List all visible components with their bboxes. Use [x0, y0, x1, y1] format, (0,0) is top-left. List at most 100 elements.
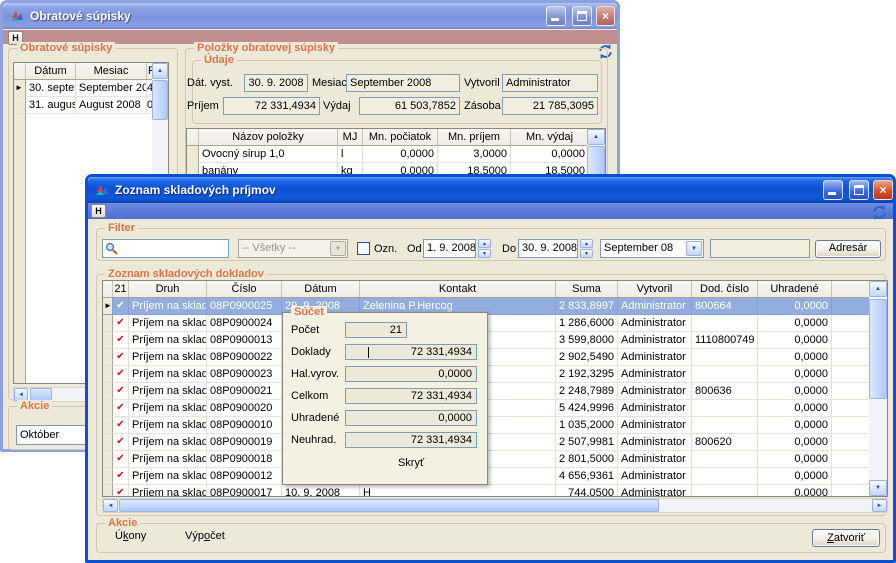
header-kontakt[interactable]: Kontakt [360, 281, 556, 297]
cell-suma: 4 656,9361 [556, 468, 618, 485]
mesiac-label: Mesiac [312, 77, 347, 89]
mesiac-field[interactable]: September 2008 [346, 74, 460, 92]
uhradene-field[interactable]: 0,0000 [345, 410, 477, 426]
celkom-label: Celkom [291, 390, 328, 402]
row-marker [103, 468, 113, 485]
close-button[interactable]: × [873, 180, 893, 200]
neuhrad-field[interactable]: 72 331,4934 [345, 432, 477, 448]
reference-field[interactable] [710, 239, 810, 258]
table-row[interactable]: Ovocný sirup 1,0 l 0,0000 3,0000 0,0000 [187, 146, 605, 163]
scrollbar-thumb[interactable] [152, 80, 168, 120]
minimize-button[interactable] [823, 180, 843, 200]
do-date-spinner[interactable]: ▲ ▼ [580, 239, 593, 258]
scroll-left-icon[interactable]: ◄ [103, 499, 118, 512]
window-zoznam-prijmov: Zoznam skladových príjmov × H Filter -- … [85, 174, 896, 563]
titlebar[interactable]: Obratové súpisky × [3, 3, 617, 29]
header-vydaj[interactable]: Mn. výdaj [511, 129, 589, 145]
scroll-down-icon[interactable]: ▼ [869, 480, 887, 496]
od-date-spinner[interactable]: ▲ ▼ [478, 239, 491, 258]
cell-dod-cislo [692, 485, 758, 497]
ukony-menu-button[interactable]: Úkony [115, 530, 146, 542]
cell-druh: Príjem na sklad [129, 434, 207, 451]
titlebar[interactable]: Zoznam skladových príjmov × [88, 177, 893, 203]
header-nazov[interactable]: Názov položky [199, 129, 338, 145]
maximize-button[interactable] [849, 180, 869, 200]
vertical-scrollbar[interactable]: ▲ ▼ [869, 281, 887, 496]
cell-cislo: 08P0900013 [207, 332, 282, 349]
do-date-field[interactable]: 30. 9. 2008 [518, 239, 578, 258]
scroll-up-icon[interactable]: ▲ [869, 281, 887, 297]
vypocet-menu-button[interactable]: Výpočet [185, 530, 225, 542]
type-dropdown[interactable]: -- Všetky -- ▼ [238, 239, 348, 258]
header-mesiac[interactable]: Mesiac [76, 63, 147, 79]
header-cislo[interactable]: Číslo [207, 281, 282, 297]
vydaj-field[interactable]: 61 503,7852 [359, 97, 460, 115]
pocet-field[interactable]: 21 [345, 322, 407, 338]
header-mj[interactable]: MJ [338, 129, 363, 145]
table-row[interactable]: 31. augus August 2008 0 [14, 97, 168, 114]
cell-suma: 1 035,2000 [556, 417, 618, 434]
h-button[interactable]: H [91, 204, 106, 218]
header-datum[interactable]: Dátum [282, 281, 360, 297]
ozn-checkbox[interactable] [357, 242, 370, 255]
month-dropdown[interactable]: September 08 ▼ [600, 239, 704, 258]
scrollbar-thumb[interactable] [869, 299, 887, 399]
zatvorit-button[interactable]: Zatvoriť [812, 529, 880, 547]
doklady-label: Doklady [291, 346, 331, 358]
cell-dod-cislo: 800620 [692, 434, 758, 451]
toolbar-strip [88, 203, 893, 219]
cell-extra [832, 417, 871, 434]
chevron-down-icon[interactable]: ▼ [686, 241, 702, 256]
od-date-field[interactable]: 1. 9. 2008 [423, 239, 476, 258]
group-legend: Údaje [201, 54, 237, 67]
cell-suma: 2 833,8997 [556, 298, 618, 315]
spin-up-icon[interactable]: ▲ [478, 239, 491, 248]
vytvoril-field[interactable]: Administrator [502, 74, 598, 92]
checked-icon: ✔ [113, 349, 129, 366]
header-vytvoril[interactable]: Vytvoril [618, 281, 692, 297]
checked-icon: ✔ [113, 468, 129, 485]
group-legend: Akcie [17, 400, 52, 413]
header-datum[interactable]: Dátum [26, 63, 76, 79]
zasoba-field[interactable]: 21 785,3095 [502, 97, 598, 115]
scroll-right-icon[interactable]: ► [872, 499, 887, 512]
adresar-button[interactable]: Adresár [815, 240, 881, 258]
hide-button[interactable]: Skryť [345, 457, 477, 469]
header-druh[interactable]: Druh [129, 281, 207, 297]
header-prijem[interactable]: Mn. príjem [438, 129, 511, 145]
group-legend: Obratové súpisky [17, 42, 115, 55]
app-icon [94, 182, 110, 198]
header-uhradene[interactable]: Uhradené [758, 281, 832, 297]
header-21[interactable]: 21 [113, 281, 129, 297]
halvyrov-field[interactable]: 0,0000 [345, 366, 477, 382]
minimize-button[interactable] [546, 6, 566, 26]
scroll-up-icon[interactable]: ▲ [152, 63, 168, 79]
scroll-up-icon[interactable]: ▲ [587, 129, 605, 145]
maximize-button[interactable] [572, 6, 592, 26]
cell-cislo: 08P0900023 [207, 366, 282, 383]
chevron-down-icon[interactable]: ▼ [330, 241, 346, 256]
prijem-field[interactable]: 72 331,4934 [223, 97, 320, 115]
refresh-icon[interactable] [872, 205, 887, 220]
cell-dod-cislo [692, 349, 758, 366]
zasoba-label: Zásoba [464, 100, 501, 112]
header-pociatok[interactable]: Mn. počiatok [363, 129, 438, 145]
table-row[interactable]: ✔ Príjem na sklad 08P0900017 10. 9. 2008… [103, 485, 871, 497]
search-input[interactable] [102, 239, 229, 258]
header-dod-cislo[interactable]: Dod. číslo [692, 281, 758, 297]
cell-vytvoril: Administrator [618, 451, 692, 468]
spin-down-icon[interactable]: ▼ [478, 249, 491, 258]
table-row[interactable]: ► 30. septe September 2008 4 [14, 80, 168, 97]
spin-down-icon[interactable]: ▼ [580, 249, 593, 258]
cell-vytvoril: Administrator [618, 383, 692, 400]
celkom-field[interactable]: 72 331,4934 [345, 388, 477, 404]
scrollbar-thumb[interactable] [119, 499, 659, 512]
doklady-field[interactable]: 72 331,4934 [345, 344, 477, 360]
spin-up-icon[interactable]: ▲ [580, 239, 593, 248]
cell-druh: Príjem na sklad [129, 315, 207, 332]
header-suma[interactable]: Suma [556, 281, 618, 297]
horizontal-scrollbar[interactable]: ◄ ► [102, 498, 888, 513]
dat-vyst-field[interactable]: 30. 9. 2008 [244, 74, 308, 92]
close-button[interactable]: × [596, 6, 615, 26]
cell-extra [832, 468, 871, 485]
